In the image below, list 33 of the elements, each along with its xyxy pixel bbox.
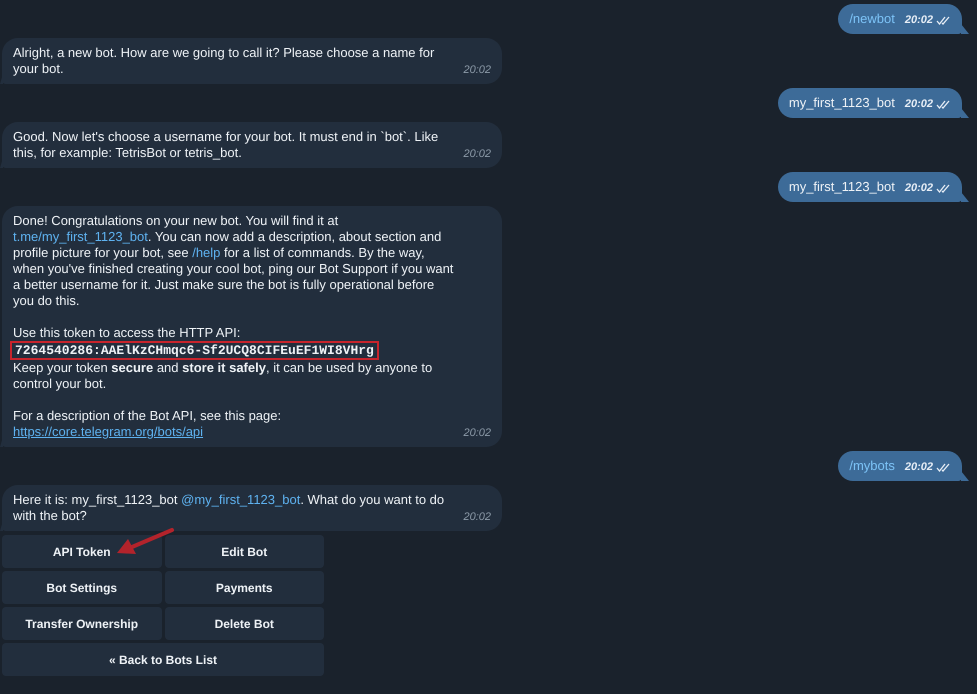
message-time: 20:02 bbox=[463, 426, 491, 441]
keyboard-button[interactable]: « Back to Bots List bbox=[2, 643, 324, 676]
message-time: 20:02 bbox=[463, 63, 491, 78]
message-time: 20:02 bbox=[904, 13, 933, 28]
message-time: 20:02 bbox=[904, 181, 933, 196]
keyboard-button[interactable]: Transfer Ownership bbox=[2, 607, 162, 640]
double-check-icon bbox=[936, 16, 951, 24]
keyboard-button[interactable]: Payments bbox=[164, 571, 324, 604]
message-text: Alright, a new bot. How are we going to call it? Please choose a name for your bot. bbox=[13, 45, 436, 77]
message-time: 20:02 bbox=[463, 510, 491, 525]
keyboard-button[interactable]: API Token bbox=[2, 535, 162, 568]
double-check-icon bbox=[936, 184, 951, 192]
keyboard-button[interactable]: Edit Bot bbox=[164, 535, 324, 568]
message-text: Here it is: my_first_1123_bot @my_first_1123_bot. What do you want to do with the bot? bbox=[13, 492, 446, 524]
link[interactable]: @my_first_1123_bot bbox=[181, 492, 300, 507]
double-check-icon bbox=[936, 100, 951, 108]
message-time: 20:02 bbox=[463, 147, 491, 162]
message-text: Good. Now let's choose a username for your bot. It must end in `bot`. Like this, for example: TetrisBot or tetris_bot. bbox=[13, 129, 440, 161]
keyboard-button[interactable]: Delete Bot bbox=[164, 607, 324, 640]
message-text: my_first_1123_bot bbox=[788, 95, 895, 111]
message-text: For a description of the Bot API, see this page: https://core.telegram.org/bots/api bbox=[13, 408, 282, 440]
keyboard-button[interactable]: Bot Settings bbox=[2, 571, 162, 604]
url-link[interactable]: https://core.telegram.org/bots/api bbox=[13, 424, 204, 439]
double-check-icon bbox=[936, 462, 951, 472]
command-link[interactable]: /help bbox=[192, 245, 220, 260]
message-text: Keep your token secure and store it safely, it can be used by anyone to control your bot. bbox=[13, 360, 434, 392]
bot-token: 7264540286:AAElKzCHmqc6-Sf2UCQ8CIFEuEF1WI8VHrg bbox=[10, 341, 379, 360]
message-time: 20:02 bbox=[904, 97, 933, 112]
message-text: Use this token to access the HTTP API: bbox=[13, 325, 242, 341]
message-text: Done! Congratulations on your new bot. You will find it at t.me/my_first_1123_bot. You can now add a description, about section and profile picture for your bot, see /help for a list of commands. By the way, when you've finished creating your cool bot, ping our Bot Support if you want a better username for it. Just make sure the bot is fully operational before you do this. bbox=[13, 213, 454, 309]
message-time: 20:02 bbox=[904, 460, 933, 475]
link[interactable]: t.me/my_first_1123_bot bbox=[13, 229, 148, 244]
message-text: my_first_1123_bot bbox=[788, 179, 895, 195]
